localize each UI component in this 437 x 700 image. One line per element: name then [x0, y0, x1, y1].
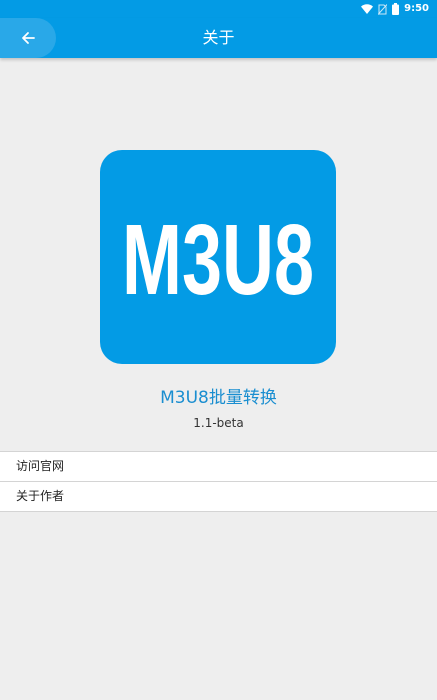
svg-text:M3U8: M3U8	[122, 204, 314, 312]
app-logo: M3U8	[100, 150, 336, 364]
arrow-left-icon	[22, 32, 35, 44]
status-bar: 9:50	[0, 0, 437, 18]
page-title: 关于	[202, 28, 235, 47]
status-time: 9:50	[404, 3, 429, 14]
no-sim-icon	[378, 3, 388, 15]
visit-website-item[interactable]: 访问官网	[0, 452, 437, 482]
wifi-icon	[361, 4, 374, 14]
status-icons: 9:50	[361, 2, 429, 16]
about-author-item[interactable]: 关于作者	[0, 482, 437, 512]
app-version: 1.1-beta	[193, 416, 244, 430]
logo-text: M3U8	[122, 204, 314, 312]
app-name: M3U8批量转换	[160, 388, 277, 408]
app-bar: 关于	[0, 18, 437, 58]
battery-icon	[392, 3, 400, 15]
back-button[interactable]	[0, 18, 56, 58]
menu-list: 访问官网 关于作者	[0, 451, 437, 512]
